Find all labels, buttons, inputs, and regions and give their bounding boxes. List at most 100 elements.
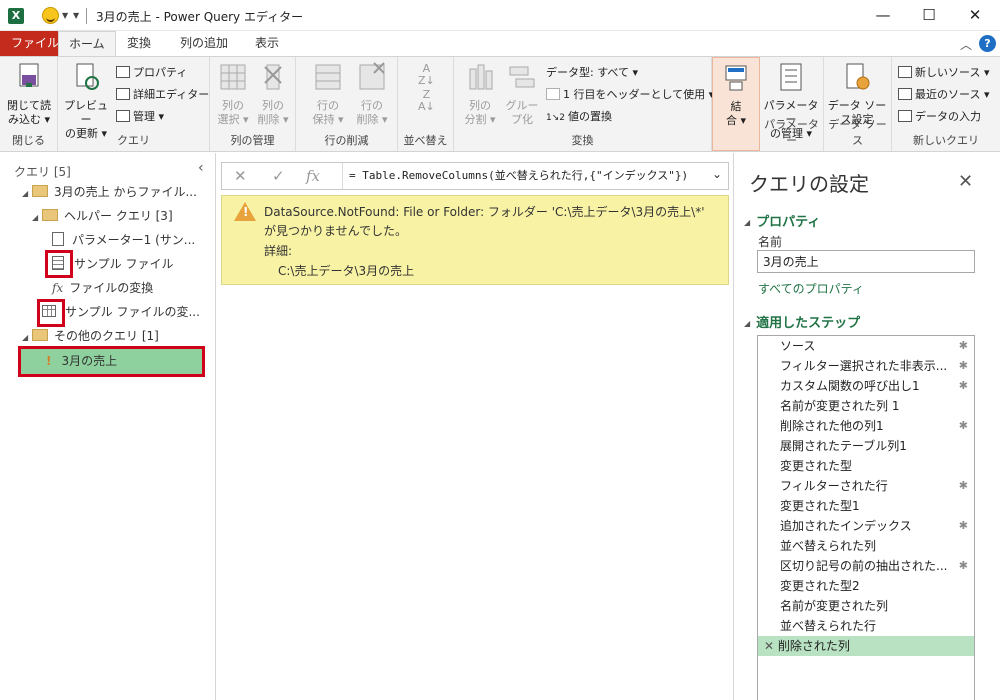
split-column-button[interactable]: 列の 分割 ▾ bbox=[460, 61, 500, 127]
feedback-smiley-icon[interactable] bbox=[42, 7, 59, 24]
applied-step[interactable]: 名前が変更された列 1 bbox=[758, 396, 974, 416]
tab-view[interactable]: 表示 bbox=[245, 31, 289, 56]
tab-home[interactable]: ホーム bbox=[58, 31, 116, 57]
insert-function-icon[interactable]: fx bbox=[306, 167, 320, 185]
remove-columns-button[interactable]: 列の 削除 ▾ bbox=[254, 61, 292, 127]
help-icon[interactable]: ? bbox=[979, 35, 996, 52]
applied-step[interactable]: 削除された他の列1 ✱ bbox=[758, 416, 974, 436]
remove-rows-button[interactable]: 行の 削除 ▾ bbox=[352, 61, 392, 127]
step-settings-gear-icon[interactable]: ✱ bbox=[959, 476, 968, 496]
data-type-dropdown[interactable]: データ型: すべて ▾ bbox=[546, 64, 638, 80]
group-by-label-1: グルー bbox=[505, 99, 539, 112]
ribbon: 閉じて読 み込む ▾ 閉じる プレビュー の更新 ▾ プロパティ 詳細エディター… bbox=[0, 56, 1000, 152]
minimize-button[interactable]: — bbox=[860, 0, 906, 31]
applied-step[interactable]: フィルターされた行 ✱ bbox=[758, 476, 974, 496]
formula-bar: ✕ ✓ fx = Table.RemoveColumns(並べ替えられた行,{"… bbox=[221, 162, 729, 190]
query-name-input[interactable] bbox=[757, 250, 975, 273]
step-settings-gear-icon[interactable]: ✱ bbox=[959, 376, 968, 396]
applied-step[interactable]: 並べ替えられた行 bbox=[758, 616, 974, 636]
data-source-settings-icon bbox=[846, 63, 870, 90]
close-settings-icon[interactable]: ✕ bbox=[958, 171, 973, 192]
advanced-editor-button[interactable]: 詳細エディター bbox=[116, 86, 209, 102]
step-settings-gear-icon[interactable]: ✱ bbox=[959, 516, 968, 536]
properties-section-header[interactable]: ◢ プロパティ bbox=[744, 211, 820, 230]
group-by-button[interactable]: グルー プ化 bbox=[502, 61, 542, 127]
manage-button[interactable]: 管理 ▾ bbox=[116, 108, 164, 124]
combine-group: 結 合 ▾ bbox=[712, 57, 760, 151]
applied-step-label: 並べ替えられた列 bbox=[780, 539, 877, 553]
applied-steps-header[interactable]: ◢ 適用したステップ bbox=[744, 312, 860, 331]
formula-input[interactable]: = Table.RemoveColumns(並べ替えられた行,{"インデックス"… bbox=[342, 163, 702, 189]
applied-step[interactable]: ✕ 削除された列 bbox=[758, 636, 974, 656]
applied-step[interactable]: フィルター選択された非表示... ✱ bbox=[758, 356, 974, 376]
new-source-button[interactable]: 新しいソース ▾ bbox=[898, 64, 989, 80]
applied-step[interactable]: 変更された型 bbox=[758, 456, 974, 476]
sort-ascending-icon[interactable]: A Z↓ bbox=[418, 63, 435, 87]
close-load-label-2: み込む ▾ bbox=[7, 113, 51, 126]
collapse-ribbon-icon[interactable]: ︿ bbox=[960, 36, 972, 53]
choose-columns-label-1: 列の bbox=[222, 99, 244, 112]
replace-values-label: 値の置換 bbox=[568, 110, 612, 123]
tree-folder-helper-queries[interactable]: ◢ ヘルパー クエリ [3] bbox=[32, 205, 173, 227]
applied-step-label: フィルターされた行 bbox=[780, 479, 888, 493]
choose-columns-icon bbox=[220, 64, 246, 90]
use-first-row-headers-button[interactable]: 1 行目をヘッダーとして使用 ▾ bbox=[546, 86, 714, 102]
close-window-button[interactable]: ✕ bbox=[952, 0, 998, 31]
group-by-icon bbox=[509, 66, 535, 88]
all-properties-link[interactable]: すべてのプロパティ bbox=[758, 280, 864, 297]
sort-descending-icon[interactable]: Z A↓ bbox=[418, 89, 435, 113]
tab-transform[interactable]: 変換 bbox=[117, 31, 161, 56]
advanced-editor-label: 詳細エディター bbox=[133, 88, 210, 101]
cancel-formula-icon[interactable]: ✕ bbox=[234, 167, 247, 185]
close-and-load-button[interactable]: 閉じて読 み込む ▾ bbox=[4, 61, 54, 127]
applied-step[interactable]: ソース ✱ bbox=[758, 336, 974, 356]
expand-caret-icon[interactable]: ◢ bbox=[32, 207, 42, 229]
remove-columns-label-1: 列の bbox=[262, 99, 284, 112]
tree-item-parameter1[interactable]: パラメーター1 (サン... bbox=[52, 229, 195, 251]
applied-step[interactable]: 並べ替えられた列 bbox=[758, 536, 974, 556]
applied-step[interactable]: 追加されたインデックス ✱ bbox=[758, 516, 974, 536]
combine-button[interactable]: 結 合 ▾ bbox=[717, 62, 755, 128]
delete-step-icon[interactable]: ✕ bbox=[764, 639, 778, 653]
applied-step[interactable]: カスタム関数の呼び出し1 ✱ bbox=[758, 376, 974, 396]
tree-folder-other-queries[interactable]: ◢ その他のクエリ [1] bbox=[22, 325, 159, 347]
tree-label: サンプル ファイルの変... bbox=[65, 305, 200, 319]
folder-icon bbox=[32, 329, 48, 341]
applied-step[interactable]: 区切り記号の前の抽出された... ✱ bbox=[758, 556, 974, 576]
recent-sources-button[interactable]: 最近のソース ▾ bbox=[898, 86, 989, 102]
replace-values-button[interactable]: 1↘2 値の置換 bbox=[546, 108, 612, 124]
enter-data-button[interactable]: データの入力 bbox=[898, 108, 981, 124]
properties-button[interactable]: プロパティ bbox=[116, 64, 187, 80]
keep-rows-button[interactable]: 行の 保持 ▾ bbox=[308, 61, 348, 127]
group-label-close: 閉じる bbox=[12, 134, 45, 147]
tree-folder-from-files[interactable]: ◢ 3月の売上 からファイル... bbox=[22, 181, 197, 203]
step-settings-gear-icon[interactable]: ✱ bbox=[959, 556, 968, 576]
tree-item-transform-file[interactable]: fx ファイルの変換 bbox=[52, 277, 153, 299]
step-settings-gear-icon[interactable]: ✱ bbox=[959, 336, 968, 356]
tree-item-sample-file-transform[interactable]: サンプル ファイルの変... bbox=[42, 301, 200, 323]
applied-step[interactable]: 変更された型1 bbox=[758, 496, 974, 516]
refresh-preview-button[interactable]: プレビュー の更新 ▾ bbox=[62, 61, 110, 141]
applied-step-label: ソース bbox=[780, 339, 816, 353]
tree-label: サンプル ファイル bbox=[74, 257, 174, 271]
step-settings-gear-icon[interactable]: ✱ bbox=[959, 416, 968, 436]
step-settings-gear-icon[interactable]: ✱ bbox=[959, 356, 968, 376]
excel-icon[interactable]: X bbox=[8, 8, 24, 24]
expand-caret-icon[interactable]: ◢ bbox=[22, 183, 32, 205]
group-label-transform: 変換 bbox=[571, 134, 594, 147]
applied-step[interactable]: 展開されたテーブル列1 bbox=[758, 436, 974, 456]
maximize-button[interactable]: ☐ bbox=[906, 0, 952, 31]
collapse-queries-icon[interactable]: ‹ bbox=[198, 160, 204, 176]
applied-step[interactable]: 変更された型2 bbox=[758, 576, 974, 596]
tree-label: 3月の売上 からファイル... bbox=[54, 185, 197, 199]
expand-formula-icon[interactable]: ⌄ bbox=[712, 167, 722, 181]
choose-columns-button[interactable]: 列の 選択 ▾ bbox=[214, 61, 252, 127]
quick-access-dropdown-icon[interactable]: ▼ bbox=[62, 11, 68, 20]
accept-formula-icon[interactable]: ✓ bbox=[272, 167, 285, 185]
customize-toolbar-icon[interactable]: ▼ bbox=[73, 11, 79, 20]
applied-step[interactable]: 名前が変更された列 bbox=[758, 596, 974, 616]
applied-step-label: 名前が変更された列 bbox=[780, 599, 889, 613]
applied-step-label: 名前が変更された列 1 bbox=[780, 399, 900, 413]
folder-icon bbox=[32, 185, 48, 197]
tab-add-column[interactable]: 列の追加 bbox=[170, 31, 238, 56]
